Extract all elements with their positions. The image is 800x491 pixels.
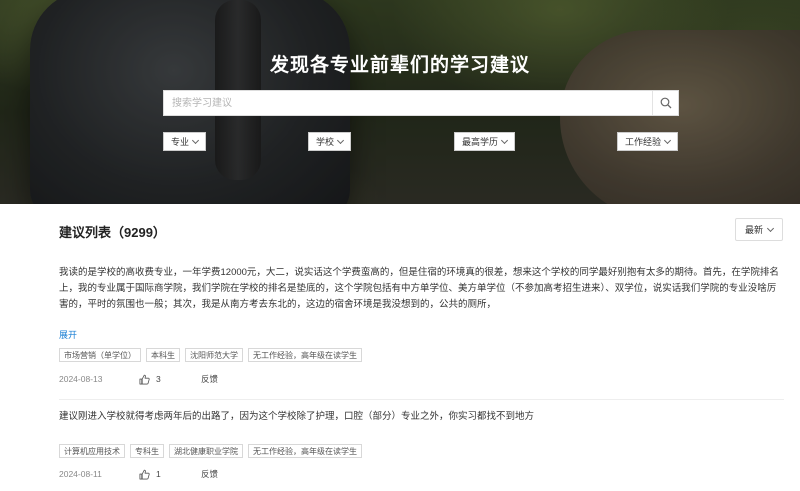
hero-banner: 发现各专业前辈们的学习建议 专业 学校 最高学历 工作经验 (0, 0, 800, 204)
sort-dropdown-label: 最新 (744, 225, 763, 235)
expand-link[interactable]: 展开 (59, 328, 77, 341)
advice-text: 我读的是学校的高收费专业，一年学费12000元，大二，说实话这个学费蛮高的，但是… (59, 267, 779, 310)
like-count: 1 (156, 469, 161, 479)
filter-degree[interactable]: 最高学历 (454, 132, 516, 151)
tag-degree[interactable]: 本科生 (146, 348, 180, 362)
chevron-down-icon (663, 136, 672, 144)
tag-experience[interactable]: 无工作经验，高年级在读学生 (248, 444, 362, 458)
tag-school[interactable]: 沈阳师范大学 (185, 348, 243, 362)
chevron-down-icon (500, 136, 509, 144)
feedback-link[interactable]: 反馈 (201, 468, 218, 480)
tag-degree[interactable]: 专科生 (130, 444, 164, 458)
tag-school[interactable]: 湖北健康职业学院 (169, 444, 243, 458)
advice-meta: 2024-08-11 1 反馈 (59, 468, 218, 480)
search-input[interactable] (164, 91, 652, 115)
search-icon (660, 97, 671, 109)
filter-major[interactable]: 专业 (163, 132, 207, 151)
search-bar (163, 90, 679, 116)
advice-text: 建议刚进入学校就得考虑两年后的出路了，因为这个学校除了护理，口腔（部分）专业之外… (59, 411, 535, 422)
like-count: 3 (156, 374, 161, 384)
filter-degree-label: 最高学历 (462, 137, 499, 147)
advice-date: 2024-08-13 (59, 374, 103, 384)
thumbs-up-icon (139, 374, 150, 384)
tag-major[interactable]: 市场营销（单学位） (59, 348, 141, 362)
filter-experience-label: 工作经验 (625, 137, 662, 147)
divider (59, 399, 784, 400)
search-button[interactable] (652, 91, 678, 115)
tag-major[interactable]: 计算机应用技术 (59, 444, 125, 458)
advice-date: 2024-08-11 (59, 469, 102, 479)
like-button[interactable]: 1 (139, 469, 201, 480)
chevron-down-icon (191, 136, 200, 144)
chevron-down-icon (766, 224, 775, 232)
filter-school-label: 学校 (316, 137, 335, 147)
tag-experience[interactable]: 无工作经验，高年级在读学生 (248, 348, 362, 362)
like-button[interactable]: 3 (139, 374, 201, 385)
advice-meta: 2024-08-13 3 反馈 (59, 373, 218, 385)
sort-dropdown[interactable]: 最新 (735, 218, 783, 241)
chevron-down-icon (336, 136, 345, 144)
hero-title: 发现各专业前辈们的学习建议 (269, 55, 530, 76)
filter-major-label: 专业 (171, 137, 190, 147)
tag-list: 市场营销（单学位） 本科生 沈阳师范大学 无工作经验，高年级在读学生 (59, 348, 362, 362)
thumbs-up-icon (139, 469, 150, 479)
advice-item: 建议刚进入学校就得考虑两年后的出路了，因为这个学校除了护理，口腔（部分）专业之外… (59, 409, 784, 425)
list-title: 建议列表（9299） (59, 225, 166, 240)
filter-school[interactable]: 学校 (308, 132, 352, 151)
advice-item: 我读的是学校的高收费专业，一年学费12000元，大二，说实话这个学费蛮高的，但是… (59, 265, 784, 313)
feedback-link[interactable]: 反馈 (201, 373, 218, 385)
tag-list: 计算机应用技术 专科生 湖北健康职业学院 无工作经验，高年级在读学生 (59, 444, 362, 458)
filter-experience[interactable]: 工作经验 (617, 132, 679, 151)
